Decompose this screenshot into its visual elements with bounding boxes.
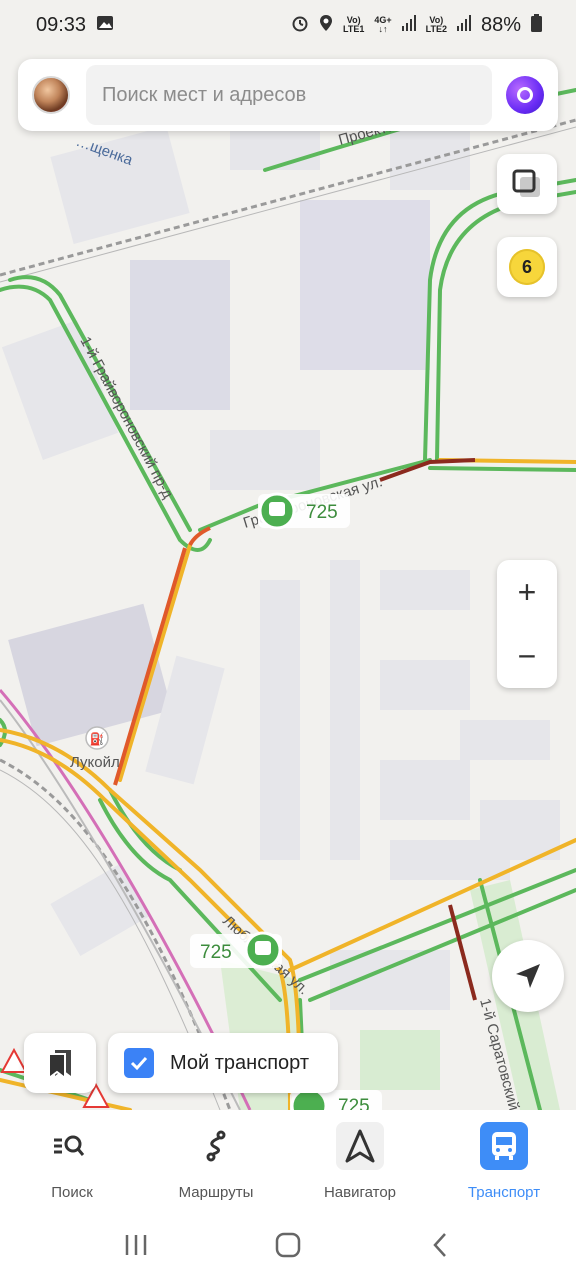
location-arrow-icon [516, 964, 540, 988]
home-icon [275, 1232, 301, 1258]
sim1-label: Vo) LTE1 [343, 15, 365, 34]
bus-route-number: 725 [306, 502, 338, 523]
nav-label: Навигатор [323, 1184, 397, 1201]
nav-label: Маршруты [178, 1184, 254, 1201]
alice-voice-icon[interactable] [506, 76, 544, 114]
bottom-navigation: Поиск Маршруты Навигатор Транспорт [0, 1110, 576, 1210]
back-icon [433, 1233, 446, 1257]
traffic-level-badge: 6 [509, 249, 545, 285]
bus-stop-marker[interactable]: 725 [190, 931, 282, 969]
nav-label: Транспорт [467, 1184, 541, 1201]
battery-percent: 88% [480, 13, 521, 36]
avatar[interactable] [32, 76, 70, 114]
status-bar: 09:33 Vo) LTE1 4G+ ↓↑ Vo) LTE2 88% [0, 0, 576, 50]
nav-search[interactable]: Поиск [2, 1122, 142, 1201]
signal-icon [456, 14, 471, 36]
layers-icon [512, 169, 540, 197]
bookmarks-button[interactable] [24, 1033, 96, 1093]
gallery-icon [96, 15, 114, 36]
recent-apps-button[interactable] [106, 1220, 166, 1270]
my-transport-label: Мой транспорт [170, 1051, 309, 1074]
system-navigation-bar [0, 1210, 576, 1280]
search-bar: Поиск мест и адресов [18, 59, 558, 131]
location-icon [319, 14, 333, 37]
bus-route-number: 725 [200, 942, 232, 963]
route-icon [192, 1122, 240, 1170]
bookmark-icon [48, 1050, 71, 1078]
my-location-button[interactable] [492, 940, 564, 1012]
my-transport-checkbox[interactable] [124, 1048, 154, 1078]
bus-icon [480, 1122, 528, 1170]
bus-stop-marker[interactable]: 725 [258, 492, 350, 530]
nav-navigator[interactable]: Навигатор [290, 1122, 430, 1201]
search-list-icon [48, 1122, 96, 1170]
home-button[interactable] [258, 1220, 318, 1270]
search-input[interactable]: Поиск мест и адресов [86, 65, 492, 125]
navigator-arrow-icon [336, 1122, 384, 1170]
nav-label: Поиск [51, 1184, 93, 1201]
layers-button[interactable] [497, 154, 557, 214]
traffic-button[interactable]: 6 [497, 237, 557, 297]
status-time: 09:33 [36, 13, 87, 36]
checkmark-icon [130, 1056, 148, 1071]
zoom-controls: + − [497, 560, 557, 688]
nav-transport[interactable]: Транспорт [434, 1122, 574, 1201]
signal-icon [401, 14, 416, 36]
zoom-out-button[interactable]: − [497, 624, 557, 688]
zoom-in-button[interactable]: + [497, 560, 557, 624]
nav-routes[interactable]: Маршруты [146, 1122, 286, 1201]
battery-icon [531, 13, 542, 37]
net-type-label: 4G+ ↓↑ [374, 15, 392, 34]
map-label-gas-station: Лукойл [70, 754, 120, 771]
my-transport-toggle[interactable]: Мой транспорт [108, 1033, 338, 1093]
svg-text:⛽: ⛽ [90, 732, 105, 746]
search-placeholder: Поиск мест и адресов [102, 83, 307, 106]
sim2-label: Vo) LTE2 [425, 15, 447, 34]
back-button[interactable] [410, 1220, 470, 1270]
alarm-icon [291, 14, 309, 37]
recent-apps-icon [125, 1235, 147, 1255]
